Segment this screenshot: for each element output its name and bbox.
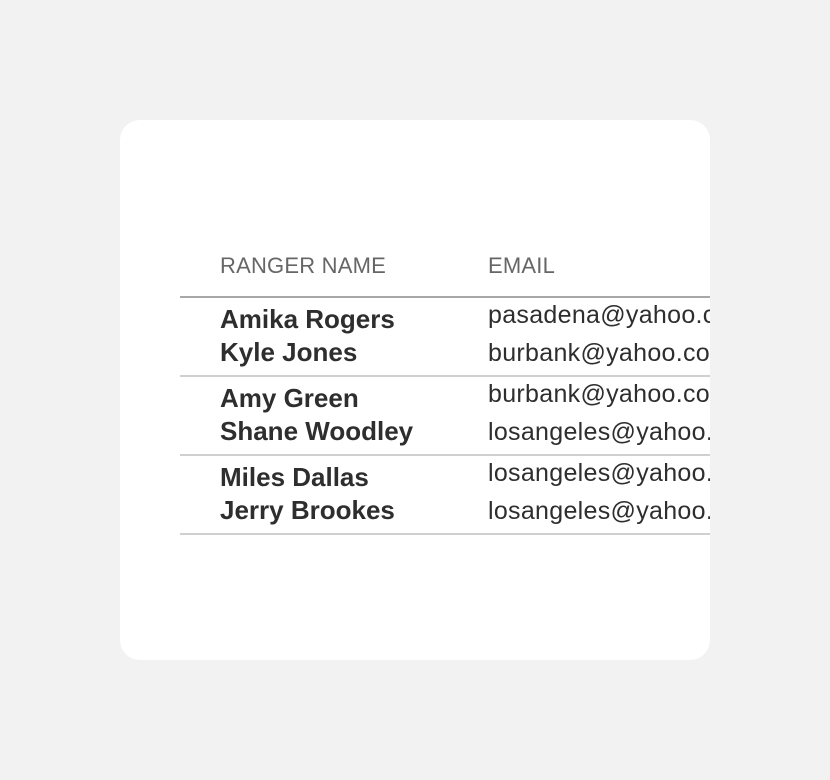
ranger-name-cell: Amy Green [220, 383, 359, 413]
ranger-name-cell: Jerry Brookes [220, 495, 395, 525]
ranger-name-cell: Kyle Jones [220, 337, 358, 367]
ranger-table: RANGER NAME EMAIL Amika Rogers pasadena@… [180, 250, 710, 535]
table-row-group: Miles Dallas losangeles@yahoo.com Jerry … [180, 456, 710, 535]
email-cell: losangeles@yahoo.com [488, 497, 710, 525]
email-cell: losangeles@yahoo.com [488, 418, 710, 446]
email-cell: pasadena@yahoo.com [488, 301, 710, 329]
ranger-name-cell: Miles Dallas [220, 462, 369, 492]
email-cell: burbank@yahoo.com [488, 380, 710, 408]
email-cell: losangeles@yahoo.com [488, 459, 710, 487]
email-cell: burbank@yahoo.com [488, 339, 710, 367]
table-header: RANGER NAME EMAIL [180, 250, 710, 298]
ranger-card: RANGER NAME EMAIL Amika Rogers pasadena@… [120, 120, 710, 660]
column-header-email: EMAIL [488, 253, 556, 278]
table-row-group: Amika Rogers pasadena@yahoo.com Kyle Jon… [180, 298, 710, 377]
ranger-name-cell: Shane Woodley [220, 416, 414, 446]
ranger-name-cell: Amika Rogers [220, 304, 395, 334]
table-row-group: Amy Green burbank@yahoo.com Shane Woodle… [180, 377, 710, 456]
column-header-ranger-name: RANGER NAME [220, 253, 386, 278]
